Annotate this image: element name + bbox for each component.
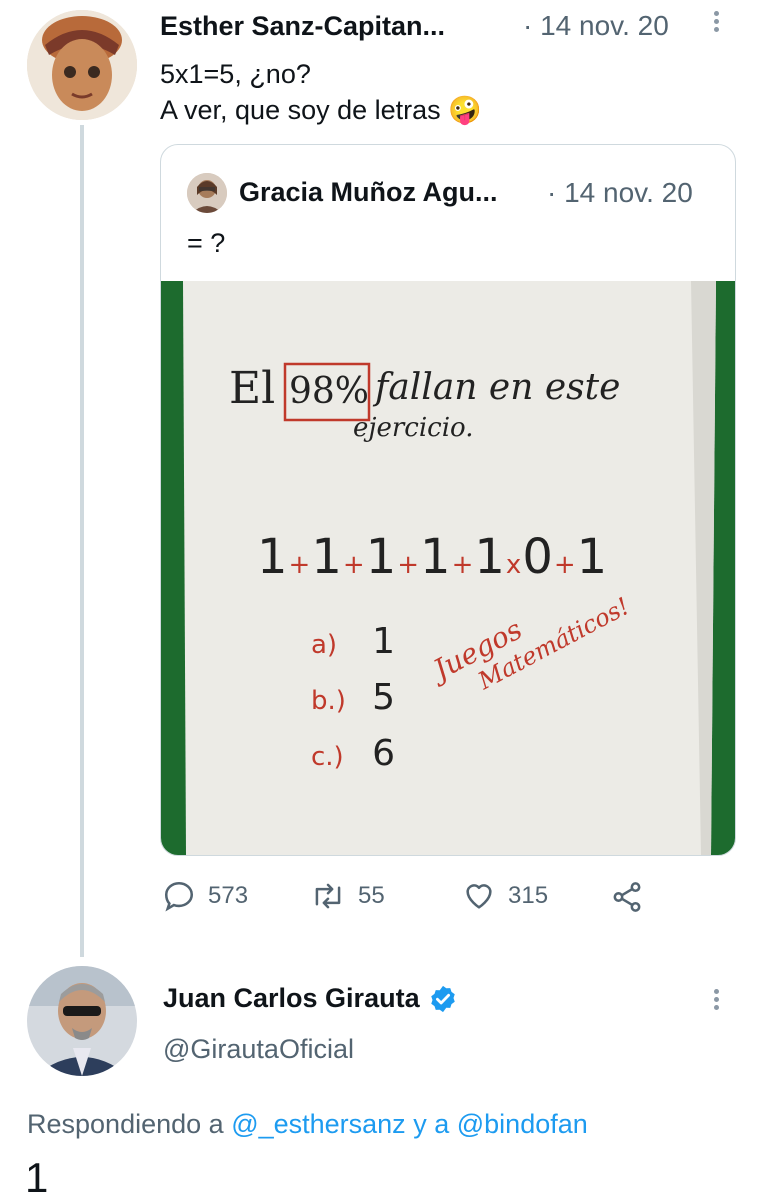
option-row: b.) 5	[311, 677, 395, 733]
image-options: a) 1 b.) 5 c.) 6	[311, 621, 395, 789]
quoted-tweet-text: = ?	[187, 228, 226, 258]
share-button[interactable]	[610, 880, 644, 914]
like-count: 315	[508, 882, 549, 909]
option-value: 1	[372, 621, 395, 662]
option-row: a) 1	[311, 621, 395, 677]
option-label: c.)	[311, 742, 344, 772]
reply-button[interactable]: 573	[162, 879, 248, 913]
replying-prefix: Respondiendo a	[27, 1109, 224, 1139]
image-line1-rest: fallan en este	[375, 367, 621, 408]
heart-icon	[466, 884, 492, 909]
eq-op: +	[342, 550, 366, 580]
quoted-tweet[interactable]: Gracia Muñoz Agu... · 14 nov. 20 = ? El …	[160, 144, 736, 856]
eq-op: +	[451, 550, 475, 580]
thread-connector-line	[80, 125, 84, 957]
option-row: c.) 6	[311, 733, 395, 789]
replying-to: Respondiendo a @_esthersanz y a @bindofa…	[27, 1109, 588, 1140]
tweet-date[interactable]: · 14 nov. 20	[523, 10, 669, 42]
replying-connector: y a	[413, 1109, 450, 1139]
reply-more-options-icon[interactable]	[714, 986, 719, 1013]
option-value: 5	[372, 677, 395, 718]
reply-author-handle[interactable]: @GirautaOficial	[163, 1034, 354, 1065]
quoted-tweet-image[interactable]: El 98% fallan en este ejercicio. 1+1+1+1…	[161, 281, 735, 855]
mention-link[interactable]: @_esthersanz	[231, 1109, 406, 1139]
option-value: 6	[372, 733, 395, 774]
quoted-author-name: Gracia Muñoz Agu...	[239, 177, 498, 207]
eq-op: +	[397, 550, 421, 580]
eq-term: 1	[420, 529, 452, 585]
tweet-text: 5x1=5, ¿no? A ver, que soy de letras 🤪	[160, 56, 482, 128]
cartoon-avatar-icon	[27, 10, 137, 120]
zany-face-emoji-icon: 🤪	[448, 95, 482, 125]
eq-term: 1	[257, 529, 289, 585]
reply-author-name-text: Juan Carlos Girauta	[163, 983, 420, 1013]
retweet-button[interactable]: 55	[310, 879, 385, 913]
reply-author-avatar[interactable]	[27, 966, 137, 1076]
person-photo-icon	[27, 966, 137, 1076]
author-avatar[interactable]	[27, 10, 137, 120]
retweet-count: 55	[358, 882, 385, 909]
eq-op: x	[505, 550, 523, 580]
tweet-text-line: A ver, que soy de letras 🤪	[160, 92, 482, 128]
image-line1-el: El	[229, 363, 276, 414]
option-label: b.)	[311, 686, 346, 716]
verified-badge-icon	[430, 985, 455, 1012]
share-icon	[613, 882, 641, 912]
like-button[interactable]: 315	[462, 879, 548, 913]
quoted-tweet-date: · 14 nov. 20	[547, 177, 693, 208]
image-line2: ejercicio.	[353, 413, 474, 443]
mention-link[interactable]: @bindofan	[457, 1109, 588, 1139]
eq-op: +	[288, 550, 312, 580]
tweet-text-line2: A ver, que soy de letras	[160, 95, 441, 125]
image-equation: 1+1+1+1+1x0+1	[257, 529, 608, 585]
quoted-author-avatar	[187, 173, 227, 213]
reply-text: 1	[25, 1154, 49, 1201]
eq-term: 1	[474, 529, 506, 585]
reply-author-name[interactable]: Juan Carlos Girauta	[163, 983, 458, 1014]
retweet-icon	[315, 883, 341, 909]
author-name[interactable]: Esther Sanz-Capitan...	[160, 11, 445, 42]
tweet-text-line: 5x1=5, ¿no?	[160, 59, 311, 89]
option-label: a)	[311, 630, 338, 660]
reply-count: 573	[208, 882, 249, 909]
person-avatar-icon	[187, 173, 227, 213]
image-line1-percent: 98%	[289, 371, 370, 412]
eq-term: 1	[365, 529, 398, 585]
reply-icon	[164, 881, 194, 912]
eq-op: +	[553, 550, 577, 580]
more-options-icon[interactable]	[714, 8, 719, 35]
eq-term: 0	[522, 529, 554, 585]
eq-term: 1	[311, 529, 343, 585]
